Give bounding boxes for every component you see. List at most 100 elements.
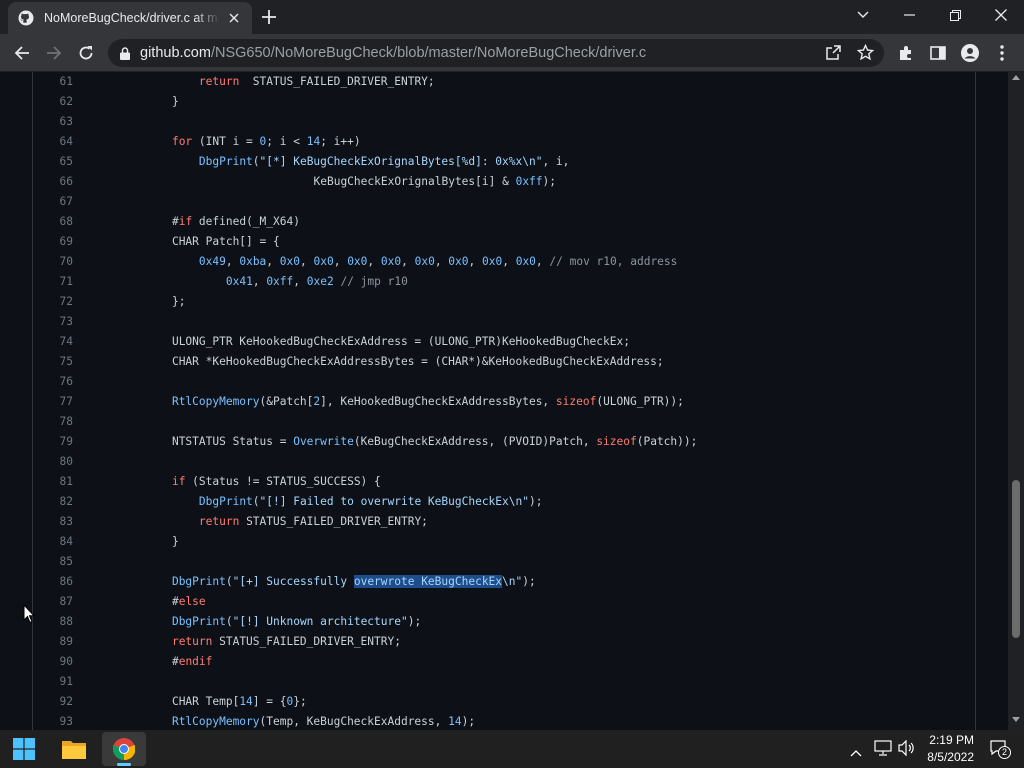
code-token: ; i++)	[320, 135, 361, 148]
line-number[interactable]: 75	[33, 352, 73, 372]
line-number[interactable]: 69	[33, 232, 73, 252]
line-number[interactable]: 65	[33, 152, 73, 172]
code-token: 0x0	[347, 255, 368, 268]
start-windows-icon[interactable]	[2, 730, 46, 768]
code-line: 61 return STATUS_FAILED_DRIVER_ENTRY;	[33, 72, 973, 92]
line-number[interactable]: 78	[33, 412, 73, 432]
line-number[interactable]: 82	[33, 492, 73, 512]
file-explorer-icon[interactable]	[52, 730, 96, 768]
close-window-icon[interactable]	[978, 0, 1024, 30]
code-token: 0x0	[279, 255, 300, 268]
new-tab-button[interactable]	[260, 8, 278, 26]
code-token: ,	[266, 255, 280, 268]
line-number[interactable]: 80	[33, 452, 73, 472]
line-number[interactable]: 66	[33, 172, 73, 192]
side-panel-icon[interactable]	[926, 41, 950, 65]
restore-icon[interactable]	[932, 0, 978, 30]
code-token: 0xff	[266, 275, 294, 288]
back-arrow-icon[interactable]	[10, 41, 34, 65]
share-icon[interactable]	[825, 45, 841, 61]
code-text: CHAR Patch[] = {	[145, 232, 280, 252]
line-number[interactable]: 93	[33, 712, 73, 730]
line-number[interactable]: 84	[33, 532, 73, 552]
close-tab-icon[interactable]	[226, 10, 242, 26]
scrollbar-thumb[interactable]	[1012, 480, 1020, 638]
line-number[interactable]: 90	[33, 652, 73, 672]
extensions-icon[interactable]	[894, 41, 918, 65]
line-number[interactable]: 87	[33, 592, 73, 612]
volume-icon[interactable]	[898, 739, 916, 760]
line-number[interactable]: 70	[33, 252, 73, 272]
code-token: ULONG_PTR KeHookedBugCheckExAddress = (U…	[171, 335, 630, 348]
notification-center-icon[interactable]: 2	[990, 740, 1011, 762]
code-token: CHAR *KeHookedBugCheckExAddressBytes = (…	[171, 355, 664, 368]
code-token: \n"	[502, 575, 523, 588]
line-number[interactable]: 77	[33, 392, 73, 412]
clock-time: 2:19 PM	[929, 733, 974, 747]
line-number[interactable]: 91	[33, 672, 73, 692]
line-number[interactable]: 63	[33, 112, 73, 132]
lock-icon[interactable]	[120, 46, 130, 60]
minimize-icon[interactable]	[886, 0, 932, 30]
line-number[interactable]: 64	[33, 132, 73, 152]
line-number[interactable]: 62	[33, 92, 73, 112]
code-token: (Patch));	[636, 435, 698, 448]
code-token: );	[542, 175, 557, 188]
line-number[interactable]: 79	[33, 432, 73, 452]
line-number[interactable]: 85	[33, 552, 73, 572]
line-number[interactable]: 76	[33, 372, 73, 392]
code-line: 74 ULONG_PTR KeHookedBugCheckExAddress = …	[33, 332, 973, 352]
network-icon[interactable]	[874, 740, 892, 760]
code-line: 77 RtlCopyMemory(&Patch[2], KeHookedBugCh…	[33, 392, 973, 412]
line-number[interactable]: 92	[33, 692, 73, 712]
code-token: CHAR Temp[	[171, 695, 240, 708]
line-number[interactable]: 88	[33, 612, 73, 632]
code-token: "[+] Successfully	[232, 575, 354, 588]
code-token: return	[171, 635, 213, 648]
browser-tab[interactable]: NoMoreBugCheck/driver.c at master	[8, 2, 252, 34]
show-hidden-icons-chevron-icon[interactable]	[850, 742, 862, 761]
line-number[interactable]: 74	[33, 332, 73, 352]
code-token: }	[171, 95, 179, 108]
chrome-taskbar-icon[interactable]	[102, 732, 146, 766]
code-token: STATUS_FAILED_DRIVER_ENTRY;	[212, 635, 401, 648]
code-token: (	[252, 495, 260, 508]
line-number[interactable]: 71	[33, 272, 73, 292]
line-number[interactable]: 67	[33, 192, 73, 212]
scroll-down-arrow-icon[interactable]	[1012, 717, 1020, 722]
vertical-scrollbar[interactable]	[1008, 72, 1024, 730]
taskbar: 2:19 PM 8/5/2022 2	[0, 730, 1024, 768]
profile-avatar-icon[interactable]	[958, 41, 982, 65]
reload-icon[interactable]	[74, 41, 98, 65]
code-token: #	[171, 655, 179, 668]
code-token: , i,	[542, 155, 570, 168]
code-line: 76	[33, 372, 973, 392]
code-token: // mov r10, address	[549, 255, 678, 268]
code-token: (ULONG_PTR));	[596, 395, 684, 408]
menu-kebab-icon[interactable]	[990, 41, 1014, 65]
line-number[interactable]: 72	[33, 292, 73, 312]
active-app-indicator	[117, 763, 131, 766]
clock[interactable]: 2:19 PM 8/5/2022	[927, 732, 974, 766]
code-token: 0x0	[380, 255, 402, 268]
line-number[interactable]: 61	[33, 72, 73, 92]
tab-search-icon[interactable]	[840, 0, 886, 30]
code-token: DbgPrint	[198, 155, 253, 168]
code-token: ], KeHookedBugCheckExAddressBytes,	[320, 395, 556, 408]
line-number[interactable]: 81	[33, 472, 73, 492]
code-text: DbgPrint("[!] Failed to overwrite KeBugC…	[145, 492, 543, 512]
code-line: 89 return STATUS_FAILED_DRIVER_ENTRY;	[33, 632, 973, 652]
forward-arrow-icon[interactable]	[42, 41, 66, 65]
line-number[interactable]: 89	[33, 632, 73, 652]
line-number[interactable]: 68	[33, 212, 73, 232]
code-text: 0x41, 0xff, 0xe2 // jmp r10	[145, 272, 408, 292]
bookmark-star-icon[interactable]	[857, 44, 874, 61]
scroll-up-arrow-icon[interactable]	[1012, 75, 1020, 80]
address-bar[interactable]: github.com/NSG650/NoMoreBugCheck/blob/ma…	[108, 39, 884, 67]
code-line: 86 DbgPrint("[+] Successfully overwrote K…	[33, 572, 973, 592]
line-number[interactable]: 86	[33, 572, 73, 592]
line-number[interactable]: 83	[33, 512, 73, 532]
line-number[interactable]: 73	[33, 312, 73, 332]
code-line: 64 for (INT i = 0; i < 14; i++)	[33, 132, 973, 152]
code-viewer: 61 return STATUS_FAILED_DRIVER_ENTRY; 62} 6…	[0, 72, 1008, 730]
